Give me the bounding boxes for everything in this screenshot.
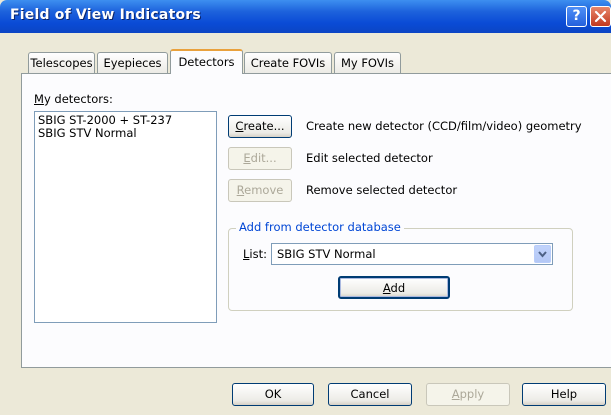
group-title: Add from detector database bbox=[236, 220, 404, 234]
ok-button[interactable]: OK bbox=[232, 383, 314, 406]
list-label: List: bbox=[243, 247, 267, 261]
window-title: Field of View Indicators bbox=[10, 7, 201, 23]
tab-create-fovis[interactable]: Create FOVIs bbox=[244, 52, 332, 73]
dropdown-button[interactable] bbox=[534, 245, 551, 263]
edit-button[interactable]: Edit... bbox=[228, 147, 292, 170]
help-title-button[interactable]: ? bbox=[566, 6, 587, 27]
title-bar[interactable]: Field of View Indicators ? bbox=[0, 0, 611, 33]
tab-eyepieces[interactable]: Eyepieces bbox=[97, 52, 168, 73]
edit-description: Edit selected detector bbox=[306, 151, 433, 165]
add-button[interactable]: Add bbox=[338, 276, 450, 299]
list-item[interactable]: SBIG STV Normal bbox=[38, 127, 213, 140]
tab-detectors[interactable]: Detectors bbox=[170, 49, 243, 74]
apply-button[interactable]: Apply bbox=[426, 383, 510, 406]
tab-telescopes[interactable]: Telescopes bbox=[28, 52, 95, 73]
dialog-window: Field of View Indicators ? Telescopes Ey… bbox=[0, 0, 611, 415]
detector-select[interactable]: SBIG STV Normal bbox=[271, 243, 553, 265]
my-detectors-label: My detectors: bbox=[34, 92, 113, 106]
detectors-listbox[interactable]: SBIG ST-2000 + ST-237 SBIG STV Normal bbox=[34, 111, 217, 323]
chevron-down-icon bbox=[538, 251, 547, 258]
create-description: Create new detector (CCD/film/video) geo… bbox=[306, 119, 582, 133]
close-button[interactable] bbox=[590, 6, 611, 27]
remove-button[interactable]: Remove bbox=[228, 179, 292, 202]
selected-value: SBIG STV Normal bbox=[277, 247, 376, 261]
tab-my-fovis[interactable]: My FOVIs bbox=[334, 52, 401, 73]
remove-description: Remove selected detector bbox=[306, 183, 458, 197]
close-icon bbox=[594, 10, 607, 23]
cancel-button[interactable]: Cancel bbox=[328, 383, 412, 406]
help-button[interactable]: Help bbox=[522, 383, 606, 406]
create-button[interactable]: Create... bbox=[228, 115, 292, 138]
